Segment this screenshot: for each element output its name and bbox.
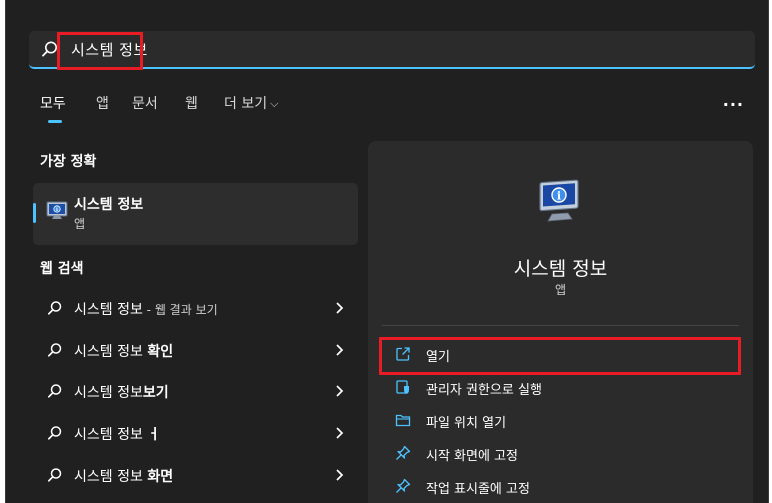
admin-shield-icon bbox=[396, 380, 409, 394]
svg-text:i: i bbox=[557, 190, 561, 203]
best-match-item[interactable]: i 시스템 정보 앱 bbox=[33, 183, 358, 245]
pin-icon bbox=[396, 478, 411, 493]
tab-all[interactable]: 모두 bbox=[40, 93, 66, 113]
tab-more[interactable]: 더 보기 ⌵ bbox=[224, 93, 278, 113]
search-icon bbox=[47, 468, 62, 482]
app-name: 시스템 정보 bbox=[513, 258, 608, 280]
search-icon bbox=[47, 301, 62, 315]
divider bbox=[382, 325, 739, 326]
pin-icon bbox=[396, 445, 411, 460]
web-search-header: 웹 검색 bbox=[40, 261, 84, 277]
web-result-item[interactable]: 시스템 정보 - 웹 결과 보기 bbox=[33, 288, 358, 330]
search-icon bbox=[47, 384, 62, 398]
selection-indicator bbox=[33, 203, 36, 223]
chevron-right-icon bbox=[336, 302, 344, 314]
chevron-down-icon: ⌵ bbox=[270, 97, 279, 110]
web-result-label: 시스템 정보 - 웹 결과 보기 bbox=[74, 302, 218, 318]
web-result-item[interactable]: 시스템 정보 ㅓ bbox=[33, 413, 358, 455]
web-result-label: 시스템 정보 화면 bbox=[74, 469, 174, 485]
svg-text:i: i bbox=[56, 207, 58, 213]
tab-apps[interactable]: 앱 bbox=[96, 93, 109, 113]
web-result-item[interactable]: 시스템 정보 확인 bbox=[33, 330, 358, 372]
tab-web[interactable]: 웹 bbox=[185, 93, 198, 113]
folder-icon bbox=[395, 414, 411, 427]
search-input[interactable]: 시스템 정보 bbox=[71, 39, 148, 60]
best-match-subtitle: 앱 bbox=[74, 217, 86, 231]
search-icon bbox=[47, 343, 62, 357]
web-result-item[interactable]: 시스템 정보 화면 bbox=[33, 455, 358, 497]
app-type: 앱 bbox=[554, 283, 567, 297]
start-search-panel: 시스템 정보 모두 앱 문서 웹 더 보기 ⌵ ··· 가장 정확 i 시스템 정… bbox=[5, 0, 769, 503]
tab-documents[interactable]: 문서 bbox=[132, 93, 158, 113]
action-pin-to-start[interactable]: 시작 화면에 고정 bbox=[386, 440, 726, 468]
tab-more-label: 더 보기 bbox=[224, 96, 268, 112]
search-box[interactable]: 시스템 정보 bbox=[29, 31, 755, 69]
web-result-item[interactable]: 시스템 정보보기 bbox=[33, 371, 358, 413]
chevron-right-icon bbox=[336, 344, 344, 356]
chevron-right-icon bbox=[336, 469, 344, 481]
search-icon bbox=[47, 426, 62, 440]
action-open-file-location[interactable]: 파일 위치 열기 bbox=[386, 407, 726, 435]
web-result-label: 시스템 정보 확인 bbox=[74, 344, 174, 360]
active-tab-indicator bbox=[48, 120, 62, 123]
system-info-icon: i bbox=[46, 201, 68, 219]
web-result-label: 시스템 정보보기 bbox=[74, 385, 169, 401]
action-open[interactable]: 열기 bbox=[386, 341, 726, 369]
search-icon bbox=[42, 41, 57, 57]
best-match-title: 시스템 정보 bbox=[74, 197, 144, 213]
web-result-label: 시스템 정보 ㅓ bbox=[74, 427, 161, 443]
system-info-icon: i bbox=[539, 179, 579, 222]
more-options-icon[interactable]: ··· bbox=[723, 95, 744, 114]
chevron-right-icon bbox=[336, 385, 344, 397]
action-pin-to-taskbar[interactable]: 작업 표시줄에 고정 bbox=[386, 473, 726, 501]
app-detail-pane: i 시스템 정보 앱 열기 관리자 권한으로 실행 파일 위치 열기 시작 화면… bbox=[368, 141, 753, 503]
chevron-right-icon bbox=[336, 427, 344, 439]
open-icon bbox=[396, 347, 410, 361]
action-run-as-admin[interactable]: 관리자 권한으로 실행 bbox=[386, 374, 726, 402]
best-match-header: 가장 정확 bbox=[40, 154, 97, 170]
